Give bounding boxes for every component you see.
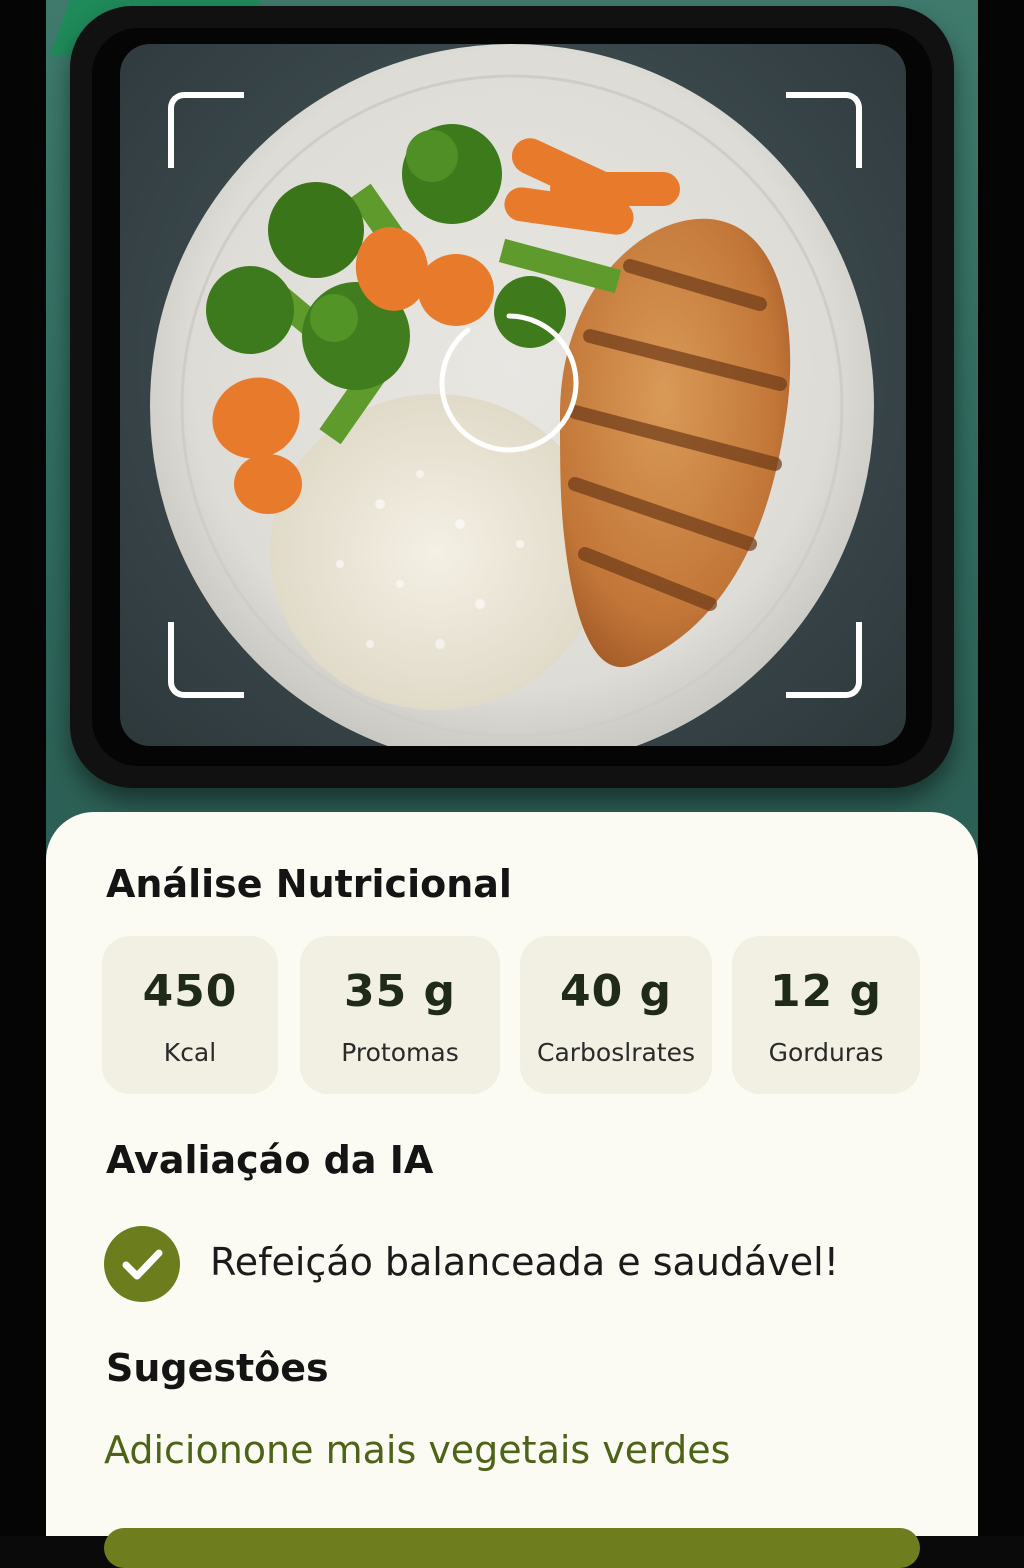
device-bezel-right (978, 0, 1024, 1536)
suggestion-item: Adicionone mais vegetais verdes (104, 1428, 731, 1472)
viewfinder-corner-icon (168, 92, 244, 168)
viewfinder-corner-icon (786, 92, 862, 168)
viewfinder-corner-icon (168, 622, 244, 698)
focus-ring-icon (439, 313, 579, 453)
stat-label: Gorduras (768, 1038, 884, 1067)
stat-value: 40 g (559, 966, 673, 1017)
check-icon (104, 1226, 180, 1302)
results-panel: Análise Nutricional 450 Kcal 35 g Protom… (46, 812, 978, 1568)
stat-label: Carboslrates (537, 1038, 695, 1067)
stat-label: Kcal (163, 1038, 217, 1067)
analysis-title: Análise Nutricional (106, 862, 512, 906)
stat-label: Protomas (341, 1038, 459, 1067)
evaluation-title: Avaliaçáo da IA (106, 1138, 434, 1182)
stat-value: 35 g (343, 966, 457, 1017)
stat-card-carbs: 40 g Carboslrates (520, 936, 712, 1094)
device-bezel-left (0, 0, 46, 1536)
viewfinder-corner-icon (786, 622, 862, 698)
stat-value: 450 (142, 966, 238, 1017)
primary-action-button[interactable] (104, 1528, 920, 1568)
stat-card-calories: 450 Kcal (102, 936, 278, 1094)
stat-card-protein: 35 g Protomas (300, 936, 500, 1094)
evaluation-result: Refeiçáo balanceada e saudável! (210, 1240, 839, 1284)
suggestions-title: Sugestôes (106, 1346, 329, 1390)
stat-value: 12 g (769, 966, 883, 1017)
stat-card-fat: 12 g Gorduras (732, 936, 920, 1094)
